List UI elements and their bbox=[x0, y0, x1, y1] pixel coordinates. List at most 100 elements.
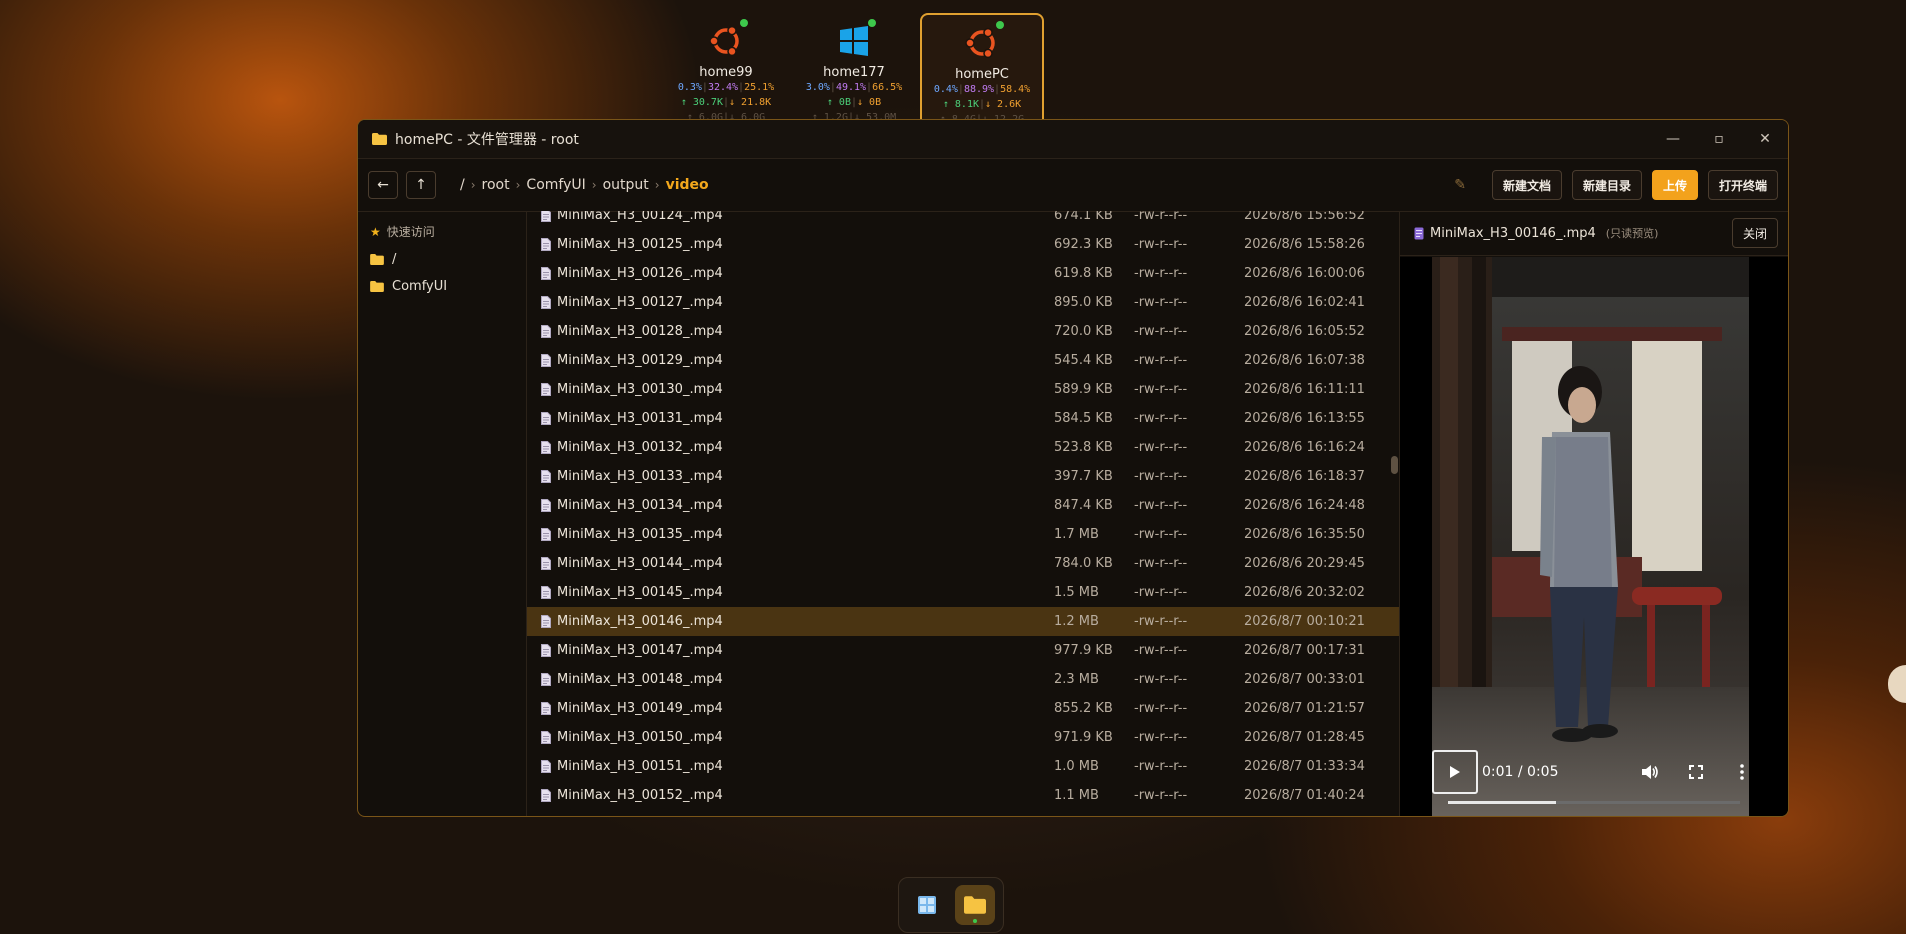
file-list-scrollbar[interactable] bbox=[1389, 211, 1399, 816]
file-icon bbox=[527, 615, 557, 628]
table-row[interactable]: MiniMax_H3_00153_.mp4910.0 KB-rw-r--r--2… bbox=[527, 810, 1399, 816]
file-size: 397.7 KB bbox=[1054, 469, 1113, 484]
file-name: MiniMax_H3_00133_.mp4 bbox=[557, 469, 723, 484]
table-row[interactable]: MiniMax_H3_00148_.mp4 2.3 MB -rw-r--r-- 202… bbox=[527, 665, 1399, 694]
sidebar-item-comfyui[interactable]: ComfyUI bbox=[358, 273, 526, 300]
table-row[interactable]: MiniMax_H3_00135_.mp4 1.7 MB -rw-r--r-- 202… bbox=[527, 520, 1399, 549]
maximize-button[interactable]: ▫ bbox=[1696, 131, 1742, 147]
open-terminal-button[interactable]: 打开终端 bbox=[1707, 170, 1778, 200]
file-name: MiniMax_H3_00149_.mp4 bbox=[557, 701, 723, 716]
breadcrumb-item[interactable]: ComfyUI bbox=[526, 177, 585, 193]
back-button[interactable]: ← bbox=[368, 171, 398, 199]
window-titlebar[interactable]: homePC - 文件管理器 - root — ▫ ✕ bbox=[358, 120, 1788, 159]
file-list[interactable]: MiniMax_H3_00124_.mp4 674.1 KB -rw-r--r-- 2… bbox=[527, 211, 1399, 816]
upload-button[interactable]: 上传 bbox=[1651, 170, 1698, 200]
video-frame bbox=[1432, 257, 1749, 816]
host-usage: 3.0%|49.1%|66.5% bbox=[805, 82, 903, 93]
play-button[interactable] bbox=[1432, 750, 1478, 794]
file-icon bbox=[527, 211, 557, 222]
file-icon bbox=[527, 644, 557, 657]
video-controls: 0:01 / 0:05 bbox=[1432, 750, 1756, 794]
arrow-up-icon: ↑ bbox=[415, 177, 427, 193]
breadcrumb-item[interactable]: / bbox=[460, 177, 465, 193]
table-row[interactable]: MiniMax_H3_00146_.mp4 1.2 MB -rw-r--r-- 202… bbox=[527, 607, 1399, 636]
table-row[interactable]: MiniMax_H3_00126_.mp4 619.8 KB -rw-r--r-- 2… bbox=[527, 259, 1399, 288]
sidebar-item-root[interactable]: / bbox=[358, 246, 526, 273]
file-size: 855.2 KB bbox=[1054, 701, 1113, 716]
file-size: 1.0 MB bbox=[1054, 759, 1099, 774]
table-row[interactable]: MiniMax_H3_00151_.mp4 1.0 MB -rw-r--r-- 202… bbox=[527, 752, 1399, 781]
scrollbar-thumb[interactable] bbox=[1391, 456, 1398, 474]
breadcrumb-item[interactable]: root bbox=[482, 177, 510, 193]
dock-app-launcher[interactable] bbox=[907, 885, 947, 925]
video-progress[interactable] bbox=[1448, 801, 1740, 804]
video-progress-fill bbox=[1448, 801, 1557, 804]
file-icon bbox=[527, 354, 557, 367]
dock-file-manager[interactable] bbox=[955, 885, 995, 925]
table-row[interactable]: MiniMax_H3_00127_.mp4 895.0 KB -rw-r--r-- 2… bbox=[527, 288, 1399, 317]
table-row[interactable]: MiniMax_H3_00130_.mp4 589.9 KB -rw-r--r-- 2… bbox=[527, 375, 1399, 404]
file-modified-date: 2026/8/6 16:07:38 bbox=[1244, 353, 1365, 368]
file-modified-date: 2026/8/7 00:10:21 bbox=[1244, 614, 1365, 629]
close-preview-button[interactable]: 关闭 bbox=[1731, 218, 1778, 248]
table-row[interactable]: MiniMax_H3_00134_.mp4 847.4 KB -rw-r--r-- 2… bbox=[527, 491, 1399, 520]
file-permissions: -rw-r--r-- bbox=[1134, 788, 1188, 803]
file-permissions: -rw-r--r-- bbox=[1134, 759, 1188, 774]
table-row[interactable]: MiniMax_H3_00133_.mp4 397.7 KB -rw-r--r-- 2… bbox=[527, 462, 1399, 491]
more-options-button[interactable] bbox=[1728, 764, 1756, 780]
table-row[interactable]: MiniMax_H3_00124_.mp4 674.1 KB -rw-r--r-- 2… bbox=[527, 211, 1399, 230]
file-modified-date: 2026/8/6 16:05:52 bbox=[1244, 324, 1365, 339]
table-row[interactable]: MiniMax_H3_00132_.mp4 523.8 KB -rw-r--r-- 2… bbox=[527, 433, 1399, 462]
table-row[interactable]: MiniMax_H3_00150_.mp4 971.9 KB -rw-r--r-- 2… bbox=[527, 723, 1399, 752]
table-row[interactable]: MiniMax_H3_00129_.mp4 545.4 KB -rw-r--r-- 2… bbox=[527, 346, 1399, 375]
file-permissions: -rw-r--r-- bbox=[1134, 266, 1188, 281]
file-size: 971.9 KB bbox=[1054, 730, 1113, 745]
table-row[interactable]: MiniMax_H3_00149_.mp4 855.2 KB -rw-r--r-- 2… bbox=[527, 694, 1399, 723]
host-usage: 0.4%|88.9%|58.4% bbox=[933, 84, 1031, 95]
breadcrumb-item[interactable]: video bbox=[666, 177, 709, 193]
file-name: MiniMax_H3_00124_.mp4 bbox=[557, 211, 723, 223]
file-icon bbox=[527, 499, 557, 512]
close-window-button[interactable]: ✕ bbox=[1742, 131, 1788, 147]
quick-access-header: ★ 快速访问 bbox=[358, 217, 526, 246]
new-document-button[interactable]: 新建文档 bbox=[1491, 170, 1562, 200]
window-title: homePC - 文件管理器 - root bbox=[395, 132, 579, 148]
file-icon bbox=[527, 586, 557, 599]
file-permissions: -rw-r--r-- bbox=[1134, 556, 1188, 571]
table-row[interactable]: MiniMax_H3_00128_.mp4 720.0 KB -rw-r--r-- 2… bbox=[527, 317, 1399, 346]
file-permissions: -rw-r--r-- bbox=[1134, 237, 1188, 252]
host-name: homePC bbox=[955, 67, 1009, 82]
file-modified-date: 2026/8/6 16:13:55 bbox=[1244, 411, 1365, 426]
new-directory-button[interactable]: 新建目录 bbox=[1571, 170, 1642, 200]
table-row[interactable]: MiniMax_H3_00145_.mp4 1.5 MB -rw-r--r-- 202… bbox=[527, 578, 1399, 607]
volume-button[interactable] bbox=[1636, 764, 1664, 780]
file-icon bbox=[527, 673, 557, 686]
file-name: MiniMax_H3_00126_.mp4 bbox=[557, 266, 723, 281]
file-permissions: -rw-r--r-- bbox=[1134, 585, 1188, 600]
online-status-dot bbox=[740, 19, 748, 27]
video-player[interactable]: 0:01 / 0:05 bbox=[1400, 257, 1788, 816]
breadcrumb-item[interactable]: output bbox=[603, 177, 649, 193]
fullscreen-button[interactable] bbox=[1682, 765, 1710, 779]
file-permissions: -rw-r--r-- bbox=[1134, 672, 1188, 687]
file-permissions: -rw-r--r-- bbox=[1134, 411, 1188, 426]
file-name: MiniMax_H3_00145_.mp4 bbox=[557, 585, 723, 600]
file-permissions: -rw-r--r-- bbox=[1134, 382, 1188, 397]
online-status-dot bbox=[868, 19, 876, 27]
file-name: MiniMax_H3_00125_.mp4 bbox=[557, 237, 723, 252]
side-handle[interactable] bbox=[1888, 665, 1906, 703]
table-row[interactable]: MiniMax_H3_00144_.mp4 784.0 KB -rw-r--r-- 2… bbox=[527, 549, 1399, 578]
table-row[interactable]: MiniMax_H3_00131_.mp4 584.5 KB -rw-r--r-- 2… bbox=[527, 404, 1399, 433]
file-modified-date: 2026/8/6 15:58:26 bbox=[1244, 237, 1365, 252]
file-modified-date: 2026/8/7 01:28:45 bbox=[1244, 730, 1365, 745]
file-modified-date: 2026/8/6 16:35:50 bbox=[1244, 527, 1365, 542]
table-row[interactable]: MiniMax_H3_00152_.mp4 1.1 MB -rw-r--r-- 202… bbox=[527, 781, 1399, 810]
minimize-button[interactable]: — bbox=[1650, 131, 1696, 147]
file-modified-date: 2026/8/6 16:16:24 bbox=[1244, 440, 1365, 455]
table-row[interactable]: MiniMax_H3_00147_.mp4 977.9 KB -rw-r--r-- 2… bbox=[527, 636, 1399, 665]
file-modified-date: 2026/8/7 01:21:57 bbox=[1244, 701, 1365, 716]
edit-path-icon[interactable]: ✎ bbox=[1454, 177, 1466, 193]
up-button[interactable]: ↑ bbox=[406, 171, 436, 199]
arrow-left-icon: ← bbox=[377, 177, 389, 193]
table-row[interactable]: MiniMax_H3_00125_.mp4 692.3 KB -rw-r--r-- 2… bbox=[527, 230, 1399, 259]
